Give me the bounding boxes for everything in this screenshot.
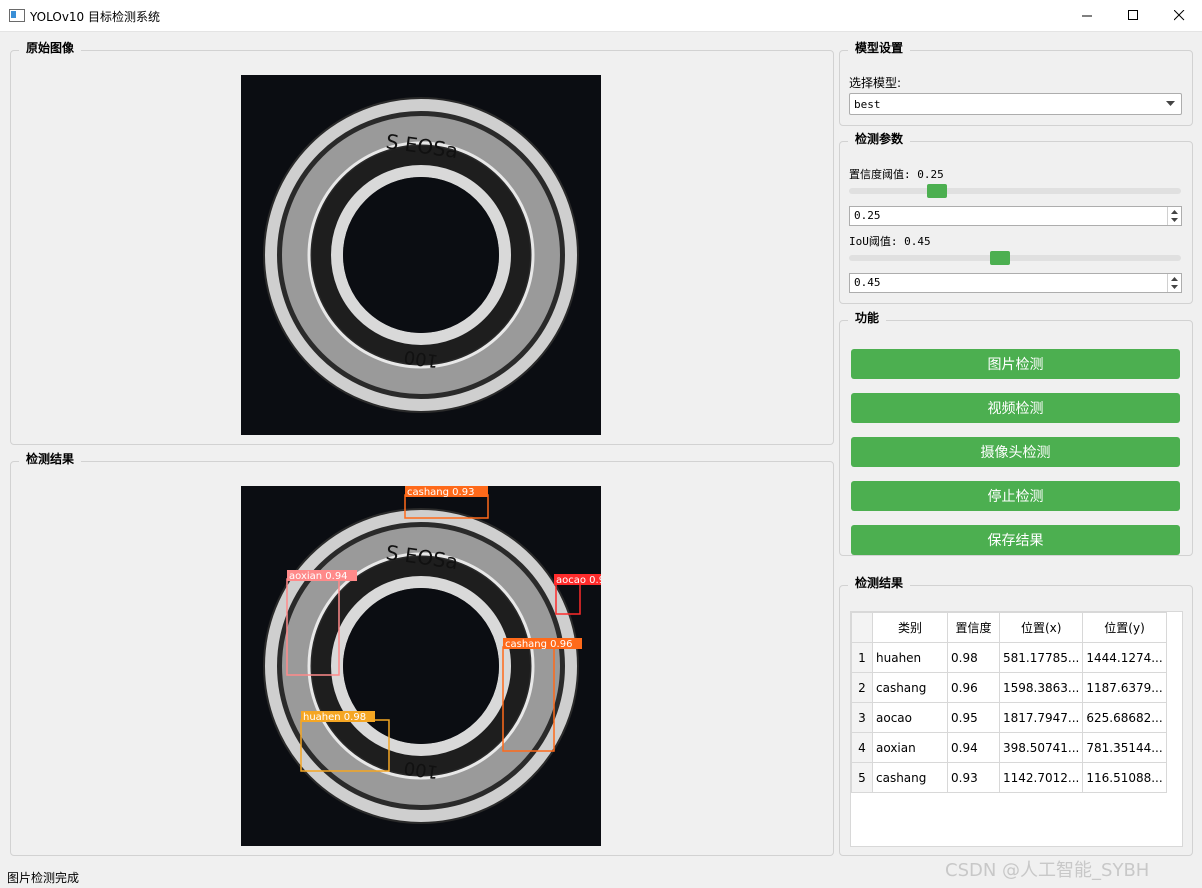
table-row[interactable]: 5 cashang 0.93 1142.7012... 116.51088... <box>851 762 1167 793</box>
close-button[interactable] <box>1156 0 1202 31</box>
image-detect-button[interactable]: 图片检测 <box>851 349 1180 379</box>
model-select[interactable]: best <box>849 93 1182 115</box>
result-image: S EOSa 100 cashang 0.93 aoxian 0.94 aoca… <box>241 486 614 846</box>
cell-y[interactable]: 116.51088... <box>1082 762 1167 793</box>
watermark: CSDN @人工智能_SYBH <box>945 860 1150 881</box>
results-table-view[interactable]: 类别 置信度 位置(x) 位置(y) 1 huahen 0.98 581.177… <box>850 611 1183 847</box>
chevron-down-icon <box>1166 101 1175 106</box>
cell-x[interactable]: 398.50741... <box>998 732 1084 763</box>
row-number: 4 <box>851 732 873 763</box>
detection-label: huahen 0.98 <box>303 712 366 723</box>
cell-confidence[interactable]: 0.95 <box>947 702 1000 733</box>
cell-confidence[interactable]: 0.93 <box>947 762 1000 793</box>
row-number: 2 <box>851 672 873 703</box>
stop-detect-button[interactable]: 停止检测 <box>851 481 1180 511</box>
table-row[interactable]: 3 aocao 0.95 1817.7947... 625.68682... <box>851 702 1167 733</box>
bearing-image: S EOSa 100 <box>263 97 579 413</box>
cell-confidence[interactable]: 0.98 <box>947 642 1000 673</box>
maximize-button[interactable] <box>1110 0 1156 31</box>
table-corner[interactable] <box>851 612 873 643</box>
results-title: 检测结果 <box>848 574 911 591</box>
confidence-slider[interactable] <box>849 188 1181 194</box>
row-number: 1 <box>851 642 873 673</box>
camera-detect-button[interactable]: 摄像头检测 <box>851 437 1180 467</box>
minimize-icon <box>1081 15 1092 17</box>
maximize-icon <box>1127 10 1138 20</box>
cell-x[interactable]: 581.17785... <box>998 642 1084 673</box>
cell-x[interactable]: 1142.7012... <box>998 762 1084 793</box>
iou-spinbox[interactable]: 0.45 <box>849 273 1182 293</box>
iou-label: IoU阈值: 0.45 <box>849 235 931 248</box>
cell-x[interactable]: 1598.3863... <box>998 672 1084 703</box>
cell-class[interactable]: huahen <box>872 642 948 673</box>
original-image-title: 原始图像 <box>19 39 82 56</box>
spin-arrows-icon <box>1171 210 1178 222</box>
minimize-button[interactable] <box>1064 0 1110 31</box>
close-icon <box>1173 10 1184 21</box>
iou-slider[interactable] <box>849 255 1181 261</box>
confidence-spinbox[interactable]: 0.25 <box>849 206 1182 226</box>
table-row[interactable]: 4 aoxian 0.94 398.50741... 781.35144... <box>851 732 1167 763</box>
spin-arrows[interactable] <box>1167 207 1181 225</box>
cell-class[interactable]: cashang <box>872 672 948 703</box>
app-icon <box>9 9 25 22</box>
table-row[interactable]: 1 huahen 0.98 581.17785... 1444.1274... <box>851 642 1167 673</box>
model-select-label: 选择模型: <box>849 76 902 90</box>
cell-confidence[interactable]: 0.94 <box>947 732 1000 763</box>
cell-class[interactable]: aocao <box>872 702 948 733</box>
title-bar: YOLOv10 目标检测系统 <box>0 0 1202 32</box>
detection-params-title: 检测参数 <box>848 130 911 147</box>
column-header-x[interactable]: 位置(x) <box>998 612 1084 643</box>
iou-slider-handle[interactable] <box>990 251 1010 265</box>
confidence-label: 置信度阈值: 0.25 <box>849 168 944 181</box>
table-row[interactable]: 2 cashang 0.96 1598.3863... 1187.6379... <box>851 672 1167 703</box>
cell-y[interactable]: 1444.1274... <box>1082 642 1167 673</box>
model-settings-title: 模型设置 <box>848 39 911 56</box>
confidence-value: 0.25 <box>854 209 881 222</box>
detection-label: cashang 0.96 <box>505 639 572 650</box>
iou-value: 0.45 <box>854 276 881 289</box>
cell-y[interactable]: 781.35144... <box>1082 732 1167 763</box>
confidence-slider-handle[interactable] <box>927 184 947 198</box>
cell-confidence[interactable]: 0.96 <box>947 672 1000 703</box>
detection-label: cashang 0.93 <box>407 487 474 498</box>
row-number: 3 <box>851 702 873 733</box>
cell-class[interactable]: cashang <box>872 762 948 793</box>
detection-label: aoxian 0.94 <box>289 571 348 582</box>
results-table: 类别 置信度 位置(x) 位置(y) 1 huahen 0.98 581.177… <box>851 612 1167 793</box>
cell-y[interactable]: 625.68682... <box>1082 702 1167 733</box>
spin-arrows[interactable] <box>1167 274 1181 292</box>
save-results-button[interactable]: 保存结果 <box>851 525 1180 555</box>
column-header-class[interactable]: 类别 <box>872 612 948 643</box>
column-header-confidence[interactable]: 置信度 <box>947 612 1000 643</box>
column-header-y[interactable]: 位置(y) <box>1082 612 1167 643</box>
row-number: 5 <box>851 762 873 793</box>
original-image: S EOSa 100 <box>241 75 601 435</box>
functions-title: 功能 <box>848 309 887 326</box>
window-title: YOLOv10 目标检测系统 <box>30 10 161 24</box>
result-image-title: 检测结果 <box>19 450 82 467</box>
status-bar: 图片检测完成 <box>7 871 80 885</box>
model-select-value: best <box>854 98 881 111</box>
detection-label: aocao 0.9 <box>556 575 601 586</box>
bearing-result-image: S EOSa 100 cashang 0.93 aoxian 0.94 aoca… <box>263 486 614 824</box>
spin-arrows-icon <box>1171 277 1178 289</box>
cell-class[interactable]: aoxian <box>872 732 948 763</box>
video-detect-button[interactable]: 视频检测 <box>851 393 1180 423</box>
cell-x[interactable]: 1817.7947... <box>998 702 1084 733</box>
cell-y[interactable]: 1187.6379... <box>1082 672 1167 703</box>
